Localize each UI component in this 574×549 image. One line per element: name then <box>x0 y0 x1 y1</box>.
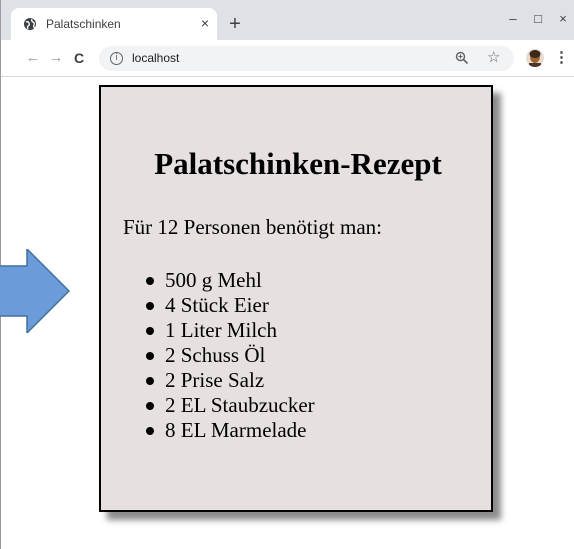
ingredient-item: 8 EL Marmelade <box>146 418 315 443</box>
new-tab-button[interactable]: + <box>225 14 245 34</box>
menu-kebab-icon[interactable]: ⋮ <box>554 50 569 66</box>
address-bar[interactable]: i localhost ☆ <box>99 46 514 71</box>
back-arrow-icon[interactable]: ← <box>25 50 41 66</box>
tab-palatschinken[interactable]: Palatschinken × <box>11 8 217 40</box>
right-arrow-shape <box>0 249 71 333</box>
recipe-intro: Für 12 Personen benötigt man: <box>123 215 382 239</box>
bookmark-star-icon[interactable]: ☆ <box>487 49 500 67</box>
recipe-card: Palatschinken-Rezept Für 12 Personen ben… <box>99 85 493 512</box>
close-window-button[interactable]: × <box>554 10 572 28</box>
profile-avatar[interactable] <box>526 49 544 67</box>
ingredient-list: 500 g Mehl 4 Stück Eier 1 Liter Milch 2 … <box>123 268 315 443</box>
ingredient-item: 2 Prise Salz <box>146 368 315 393</box>
ingredient-item: 4 Stück Eier <box>146 293 315 318</box>
tab-title: Palatschinken <box>46 17 121 31</box>
page-viewport: Palatschinken-Rezept Für 12 Personen ben… <box>0 77 574 549</box>
tab-strip: Palatschinken × + – □ × <box>1 0 574 40</box>
zoom-icon[interactable] <box>455 51 469 65</box>
close-tab-icon[interactable]: × <box>197 15 213 31</box>
ingredient-item: 500 g Mehl <box>146 268 315 293</box>
browser-window: Palatschinken × + – □ × ← → C i localhos… <box>0 0 574 549</box>
ingredient-item: 2 Schuss Öl <box>146 343 315 368</box>
forward-arrow-icon[interactable]: → <box>48 50 64 66</box>
minimize-button[interactable]: – <box>504 10 522 28</box>
info-icon[interactable]: i <box>110 52 123 65</box>
globe-icon <box>24 18 36 30</box>
maximize-button[interactable]: □ <box>529 10 547 28</box>
ingredient-item: 2 EL Staubzucker <box>146 393 315 417</box>
reload-icon[interactable]: C <box>71 50 87 66</box>
recipe-title: Palatschinken-Rezept <box>154 146 442 181</box>
browser-toolbar: ← → C i localhost ☆ ⋮ <box>1 40 574 77</box>
url-text[interactable]: localhost <box>132 51 179 66</box>
ingredient-item: 1 Liter Milch <box>146 318 315 343</box>
